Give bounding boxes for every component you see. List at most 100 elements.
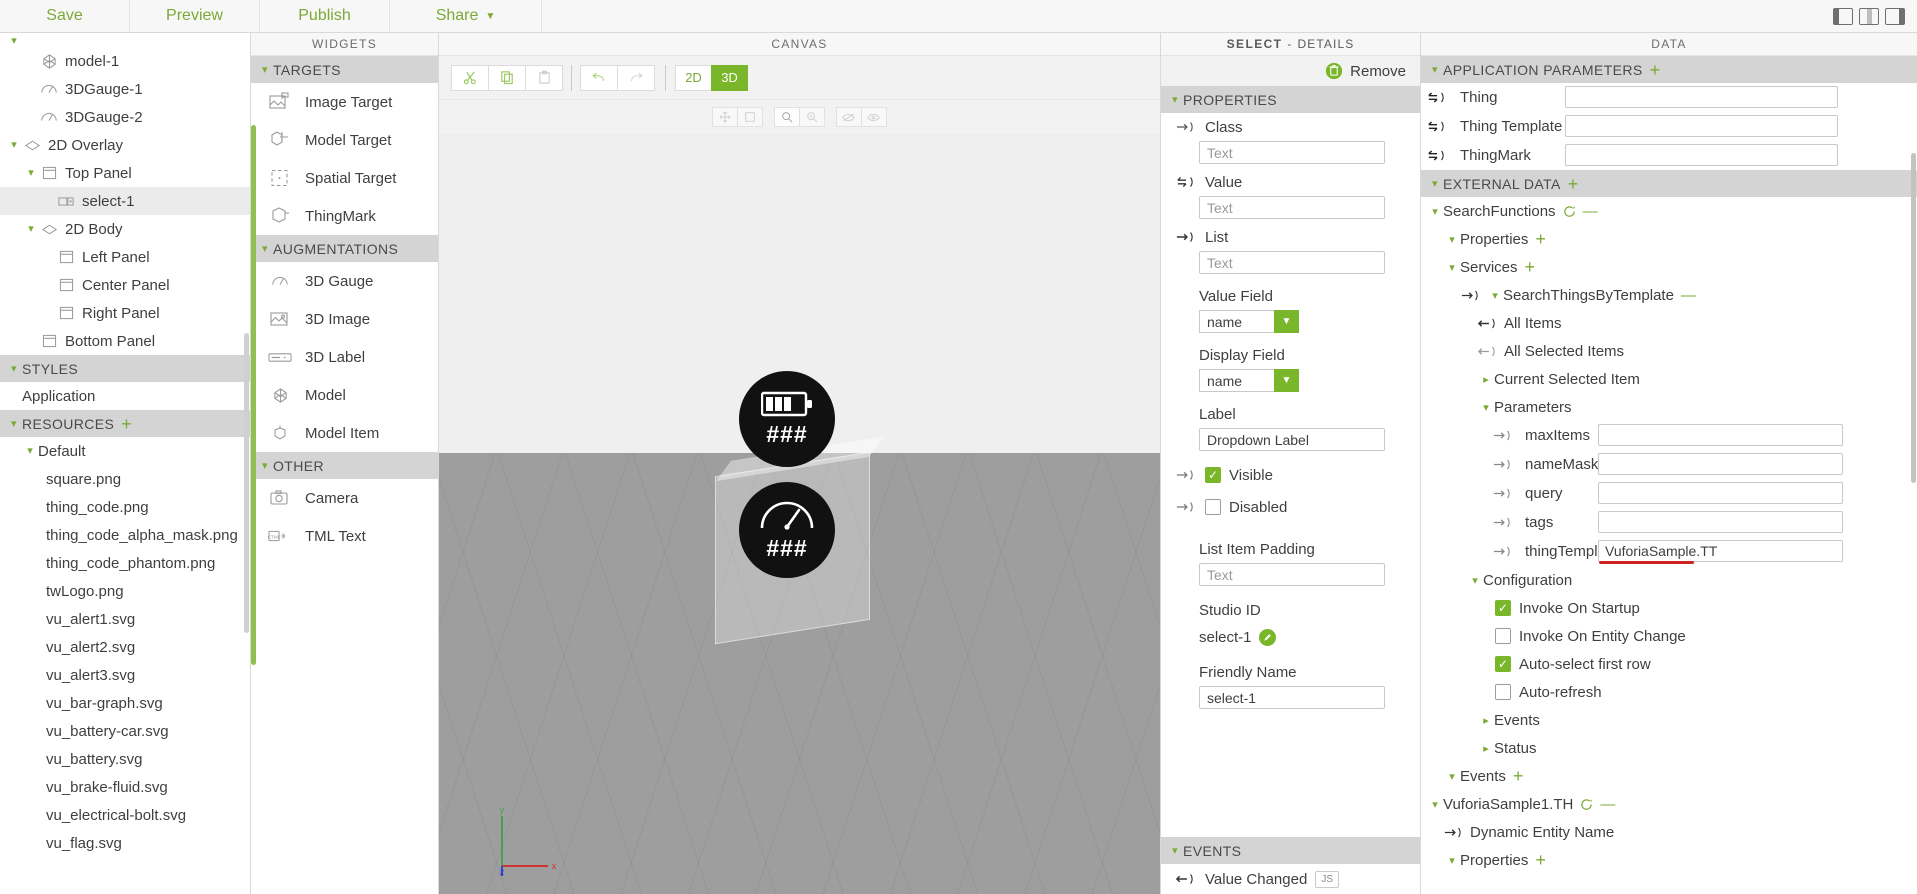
bind-in-icon[interactable]	[1175, 872, 1197, 886]
tree-item-3dgauge-2[interactable]: ▾3DGauge-2	[0, 103, 250, 131]
chevron-down-icon[interactable]: ▼	[1274, 369, 1299, 392]
resource-item[interactable]: vu_flag.svg	[0, 829, 250, 857]
panel-right-icon[interactable]	[1885, 7, 1905, 25]
add-icon[interactable]: +	[1513, 766, 1524, 787]
resources-section-header[interactable]: ▾ RESOURCES +	[0, 410, 250, 437]
widget-group-header-other[interactable]: ▾ OTHER	[251, 452, 438, 479]
zoom-fit-button[interactable]	[773, 107, 800, 127]
resource-item[interactable]: thing_code_alpha_mask.png	[0, 521, 250, 549]
paste-button[interactable]	[525, 64, 563, 91]
bind-out-icon[interactable]	[1493, 544, 1513, 560]
disabled-checkbox[interactable]	[1205, 499, 1221, 515]
undo-button[interactable]	[580, 64, 618, 91]
class-input[interactable]: Text	[1199, 141, 1385, 164]
data-tree-row-all-items[interactable]: All Items	[1421, 309, 1917, 337]
panel-left-icon[interactable]	[1833, 7, 1853, 25]
configuration-group[interactable]: ▾ Configuration	[1421, 566, 1917, 594]
styles-item-application[interactable]: Application	[0, 382, 250, 410]
preview-button[interactable]: Preview	[130, 0, 260, 32]
app-param-input[interactable]	[1565, 144, 1838, 166]
chevron-right-icon[interactable]: ▸	[1478, 742, 1494, 755]
list-item-padding-input[interactable]: Text	[1199, 563, 1385, 586]
bind-out-icon[interactable]	[1175, 230, 1197, 244]
service-parameter-input[interactable]	[1598, 482, 1843, 504]
bind-two-way-icon[interactable]	[1427, 148, 1447, 164]
add-icon[interactable]: +	[1525, 257, 1536, 278]
js-handler-badge[interactable]: JS	[1315, 870, 1339, 888]
tree-item-2d-overlay[interactable]: ▾ 2D Overlay	[0, 131, 250, 159]
refresh-icon[interactable]	[1580, 798, 1593, 811]
app-param-input[interactable]	[1565, 115, 1838, 137]
tree-item-2d-body[interactable]: ▾ 2D Body	[0, 215, 250, 243]
service-parameter-input[interactable]	[1598, 424, 1843, 446]
tree-item-3dgauge-1[interactable]: ▾3DGauge-1	[0, 75, 250, 103]
display-field-select[interactable]: name ▼	[1199, 369, 1299, 392]
visible-checkbox[interactable]: ✓	[1205, 467, 1221, 483]
remove-entity-icon[interactable]: —	[1600, 796, 1615, 813]
tree-item-right-panel[interactable]: ▾Right Panel	[0, 299, 250, 327]
bind-two-way-icon[interactable]	[1427, 119, 1447, 135]
resource-item[interactable]: vu_battery.svg	[0, 745, 250, 773]
configuration-row-auto-refresh[interactable]: Auto-refresh	[1421, 678, 1917, 706]
data-tree-row-current-selected-item[interactable]: ▸ Current Selected Item	[1421, 365, 1917, 393]
pencil-icon[interactable]	[1258, 628, 1276, 646]
value-input[interactable]: Text	[1199, 196, 1385, 219]
resource-item[interactable]: vu_electrical-bolt.svg	[0, 801, 250, 829]
bind-out-icon[interactable]	[1493, 457, 1513, 473]
canvas-3d-stage[interactable]: ### ### y x z	[439, 134, 1160, 894]
add-application-parameter-icon[interactable]: +	[1650, 61, 1661, 79]
resources-default-folder[interactable]: ▾ Default	[0, 437, 250, 465]
widget-item-model-item[interactable]: Model Item	[251, 414, 438, 452]
bind-out-icon[interactable]	[1175, 120, 1197, 134]
label-input[interactable]: Dropdown Label	[1199, 428, 1385, 451]
tree-scrollbar[interactable]	[244, 333, 249, 633]
bind-two-way-icon[interactable]	[1175, 175, 1197, 189]
canvas-widget-3dgauge-1[interactable]: ###	[739, 371, 835, 467]
bind-out-icon[interactable]	[1175, 468, 1197, 482]
external-data-header[interactable]: ▾ EXTERNAL DATA +	[1421, 170, 1917, 197]
configuration-checkbox[interactable]: ✓	[1495, 600, 1511, 616]
events-section-header[interactable]: ▾ EVENTS	[1161, 837, 1420, 864]
remove-entity-icon[interactable]: —	[1583, 203, 1598, 220]
data-tree-row-searchthingsbytemplate[interactable]: ▾ SearchThingsByTemplate —	[1421, 281, 1917, 309]
configuration-row-auto-select-first-row[interactable]: ✓ Auto-select first row	[1421, 650, 1917, 678]
chevron-down-icon[interactable]: ▾	[1444, 233, 1460, 246]
entity-searchfunctions[interactable]: ▾ SearchFunctions —	[1421, 197, 1917, 225]
add-resource-icon[interactable]: +	[121, 415, 132, 433]
widget-item-model[interactable]: Model	[251, 376, 438, 414]
canvas-widget-3dgauge-2[interactable]: ###	[739, 482, 835, 578]
resource-item[interactable]: vu_battery-car.svg	[0, 717, 250, 745]
save-button[interactable]: Save	[0, 0, 130, 32]
configuration-row-invoke-on-startup[interactable]: ✓ Invoke On Startup	[1421, 594, 1917, 622]
add-icon[interactable]: +	[1535, 850, 1546, 871]
bind-out-icon[interactable]	[1493, 515, 1513, 531]
resource-item[interactable]: vu_alert3.svg	[0, 661, 250, 689]
bind-out-icon[interactable]	[1444, 824, 1464, 840]
chevron-right-icon[interactable]: ▸	[1478, 714, 1494, 727]
show-button[interactable]	[860, 107, 887, 127]
publish-button[interactable]: Publish	[260, 0, 390, 32]
event-row-value-changed[interactable]: Value Changed JS	[1161, 864, 1420, 894]
tree-row-clipped[interactable]: ▾	[0, 35, 250, 47]
resource-item[interactable]: vu_bar-graph.svg	[0, 689, 250, 717]
data-tree-row-services[interactable]: ▾ Services +	[1421, 253, 1917, 281]
widget-item-camera[interactable]: Camera	[251, 479, 438, 517]
add-icon[interactable]: +	[1535, 229, 1546, 250]
widget-item-3d-label[interactable]: 3D Label	[251, 338, 438, 376]
chevron-right-icon[interactable]: ▸	[1478, 373, 1494, 386]
data-tree-row-properties[interactable]: ▾ Properties +	[1421, 225, 1917, 253]
chevron-down-icon[interactable]: ▾	[23, 223, 39, 235]
bind-in-icon-grey[interactable]	[1478, 343, 1498, 359]
refresh-icon[interactable]	[1563, 205, 1576, 218]
entity2-row-dynamic-entity-name[interactable]: Dynamic Entity Name	[1421, 818, 1917, 846]
panel-center-icon[interactable]	[1859, 7, 1879, 25]
redo-button[interactable]	[617, 64, 655, 91]
configuration-checkbox[interactable]	[1495, 684, 1511, 700]
add-external-data-icon[interactable]: +	[1568, 175, 1579, 193]
bind-out-icon[interactable]	[1493, 486, 1513, 502]
value-field-select[interactable]: name ▼	[1199, 310, 1299, 333]
application-parameters-header[interactable]: ▾ APPLICATION PARAMETERS +	[1421, 56, 1917, 83]
chevron-down-icon[interactable]: ▾	[6, 139, 22, 151]
widget-item-3d-image[interactable]: 3D Image	[251, 300, 438, 338]
app-param-input[interactable]	[1565, 86, 1838, 108]
